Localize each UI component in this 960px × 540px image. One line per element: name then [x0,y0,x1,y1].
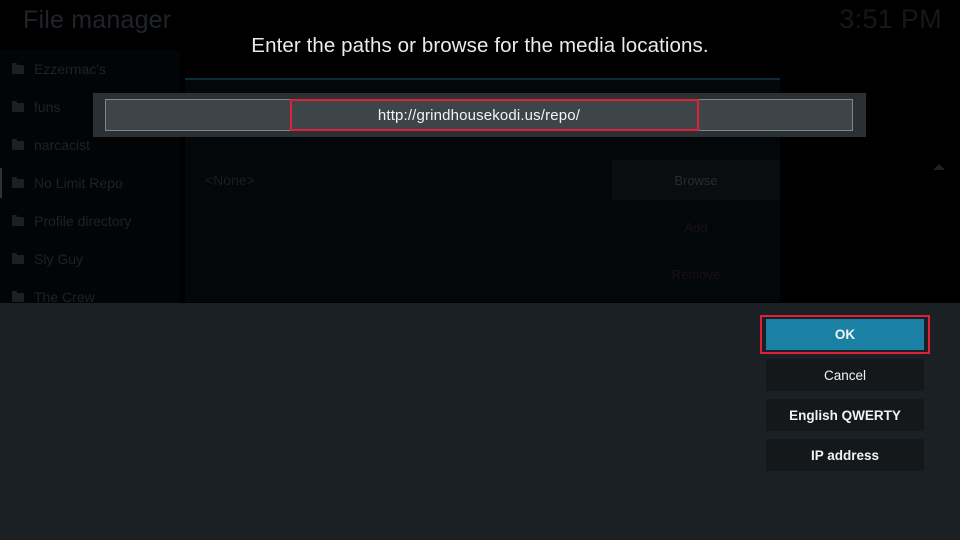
text-entry-strip: http://grindhousekodi.us/repo/ [93,93,866,137]
page-title: File manager [23,6,172,34]
remove-button[interactable]: Remove [612,254,780,294]
folder-icon [12,176,24,188]
folder-icon [12,62,24,74]
clock: 3:51 PM [839,4,942,34]
sidebar-item-label: No Limit Repo [34,175,123,191]
chevron-up-icon [933,164,945,170]
sidebar-item-label: Ezzermac's [34,61,106,77]
sidebar-item-label: narcacist [34,137,91,153]
input-type-button[interactable]: IP address [766,439,924,471]
sidebar-item-label: funs [34,99,61,115]
sidebar-item-label: Sly Guy [34,251,84,267]
sidebar-item-no-limit-repo[interactable]: No Limit Repo [0,164,180,202]
folder-icon [12,100,24,112]
path-input-value: http://grindhousekodi.us/repo/ [377,106,581,124]
folder-icon [12,214,24,226]
kodi-screen: File manager 3:51 PM Ezzermac's funs nar… [0,0,960,540]
keyboard-layout-button[interactable]: English QWERTY [766,399,924,431]
dialog-heading: Enter the paths or browse for the media … [251,34,709,57]
ok-button[interactable]: OK [766,319,924,350]
path-input[interactable]: http://grindhousekodi.us/repo/ [105,99,853,131]
sidebar-item-profile-directory[interactable]: Profile directory [0,202,180,240]
sidebar: Ezzermac's funs narcacist No Limit Repo … [0,50,180,305]
add-button[interactable]: Add [612,207,780,247]
cancel-button[interactable]: Cancel [766,359,924,391]
folder-icon [12,138,24,150]
sidebar-item-sly-guy[interactable]: Sly Guy [0,240,180,278]
folder-icon [12,252,24,264]
browse-button[interactable]: Browse [612,160,780,200]
folder-icon [12,290,24,302]
sidebar-item-label: Profile directory [34,213,132,229]
source-path-placeholder: <None> [205,172,255,188]
